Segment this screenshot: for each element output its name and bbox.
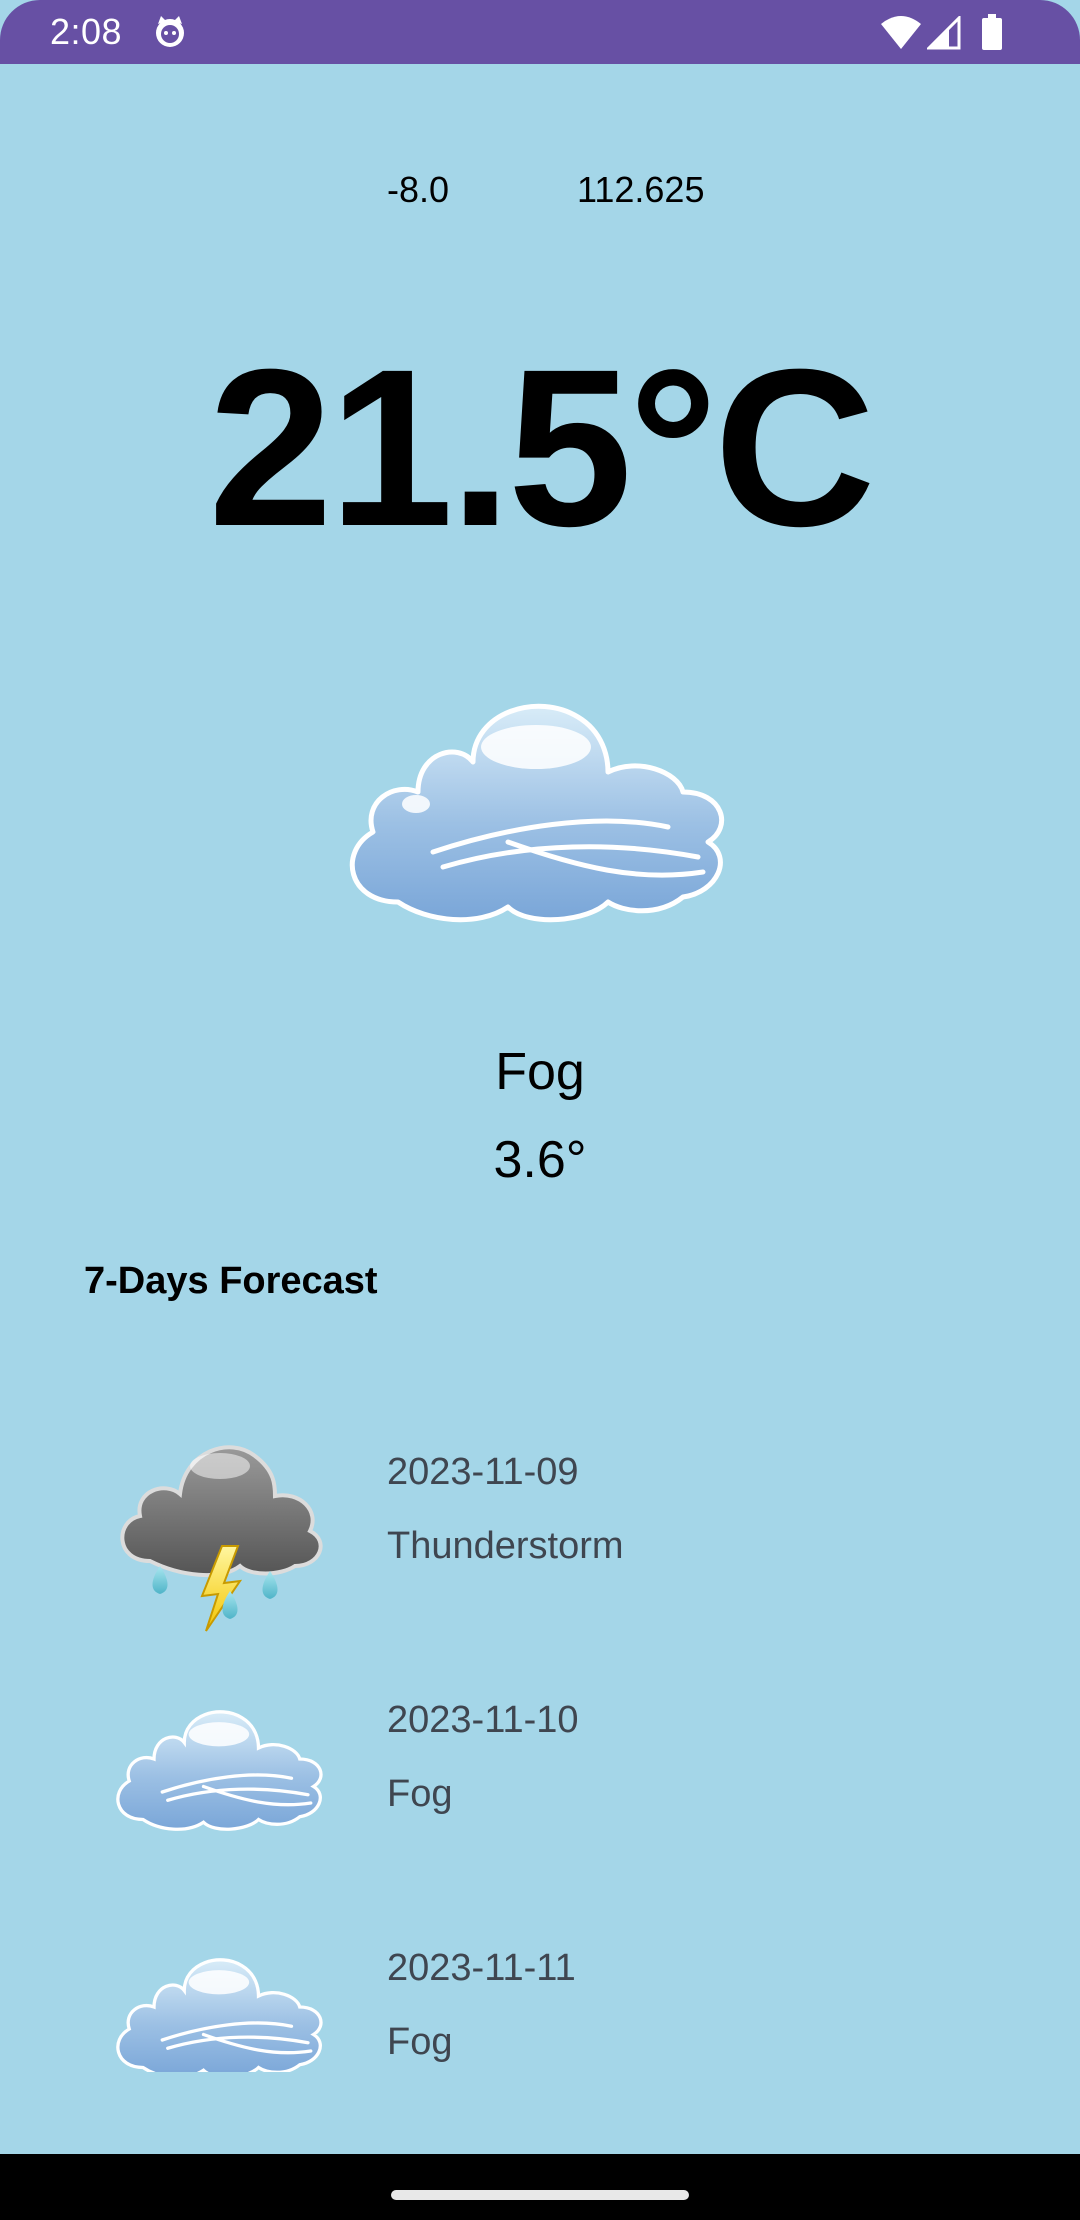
fog-cloud-icon [116, 1710, 323, 1831]
fog-cloud-icon [116, 1958, 323, 2072]
status-bar: 2:08 [0, 0, 1080, 64]
forecast-condition: Fog [387, 2021, 453, 2063]
status-time: 2:08 [50, 11, 123, 52]
forecast-item[interactable]: 2023-11-10 Fog [0, 1648, 1080, 1896]
forecast-condition: Thunderstorm [387, 1525, 624, 1567]
forecast-list[interactable]: 2023-11-09 Thunderstorm 2023-11-10 Fog 2… [0, 1400, 1080, 2072]
forecast-item[interactable]: 2023-11-09 Thunderstorm [0, 1400, 1080, 1648]
fog-cloud-icon [349, 703, 725, 923]
longitude-text: 112.625 [577, 169, 705, 210]
current-temperature: 21.5°C [208, 323, 875, 573]
home-gesture-handle[interactable] [391, 2190, 689, 2200]
navigation-bar [0, 2154, 1080, 2220]
forecast-date: 2023-11-11 [387, 1947, 576, 1989]
forecast-title: 7-Days Forecast [84, 1260, 378, 1302]
cat-face-icon [156, 16, 184, 47]
latitude-text: -8.0 [387, 169, 450, 210]
current-condition: Fog [495, 1043, 585, 1101]
battery-icon [982, 14, 1002, 50]
thunderstorm-icon [120, 1445, 323, 1632]
forecast-item[interactable]: 2023-11-11 Fog [0, 1896, 1080, 2072]
forecast-date: 2023-11-10 [387, 1699, 579, 1741]
cell-signal-icon [927, 16, 961, 50]
current-wind: 3.6° [493, 1131, 587, 1189]
forecast-condition: Fog [387, 1773, 453, 1815]
wifi-icon [881, 16, 921, 49]
forecast-date: 2023-11-09 [387, 1451, 579, 1493]
